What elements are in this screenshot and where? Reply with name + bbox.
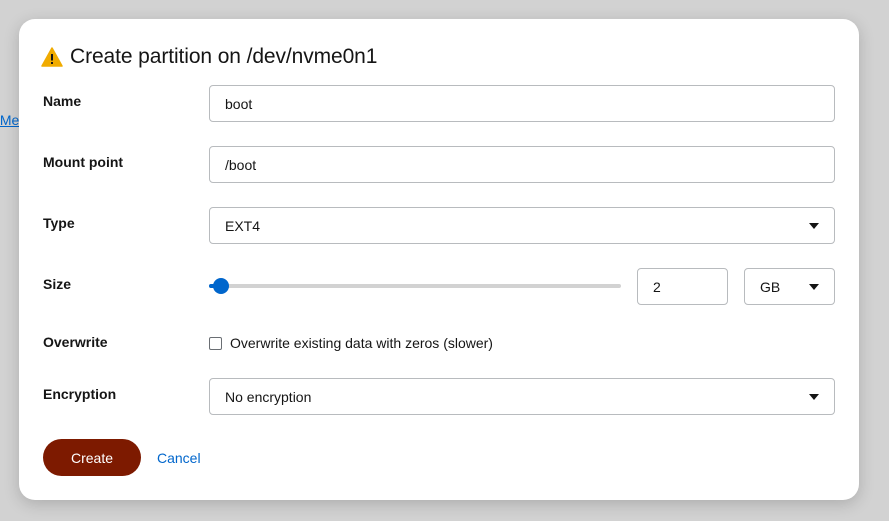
encryption-label: Encryption: [43, 386, 117, 402]
name-input-value: boot: [225, 95, 253, 112]
dialog-title: Create partition on /dev/nvme0n1: [70, 45, 378, 68]
create-button[interactable]: Create: [43, 439, 141, 476]
size-unit-select[interactable]: GB: [744, 268, 835, 305]
size-label: Size: [43, 276, 72, 292]
size-slider-thumb[interactable]: [213, 278, 230, 294]
background-link: /Me: [0, 112, 20, 128]
size-input-value: 2: [653, 278, 661, 295]
overwrite-checkbox[interactable]: [209, 336, 222, 350]
overwrite-checkbox-label[interactable]: Overwrite existing data with zeros (slow…: [230, 335, 493, 351]
encryption-select[interactable]: No encryption: [209, 378, 835, 415]
cancel-button[interactable]: Cancel: [157, 439, 201, 476]
mount-point-input[interactable]: /boot: [209, 146, 835, 183]
caret-down-icon: [809, 283, 819, 290]
name-label: Name: [43, 93, 82, 109]
mount-point-input-value: /boot: [225, 156, 257, 173]
encryption-select-value: No encryption: [225, 388, 312, 405]
create-partition-dialog: Create partition on /dev/nvme0n1 Name bo…: [19, 19, 859, 500]
caret-down-icon: [809, 393, 819, 400]
overwrite-label: Overwrite: [43, 334, 108, 350]
type-label: Type: [43, 215, 75, 231]
caret-down-icon: [809, 222, 819, 229]
size-unit-value: GB: [760, 278, 781, 295]
type-select-value: EXT4: [225, 217, 261, 234]
overwrite-option[interactable]: Overwrite existing data with zeros (slow…: [209, 335, 493, 351]
warning-triangle-icon: [41, 47, 63, 67]
size-slider[interactable]: [209, 278, 621, 294]
type-select[interactable]: EXT4: [209, 207, 835, 244]
size-input[interactable]: 2: [637, 268, 728, 305]
dialog-header: Create partition on /dev/nvme0n1: [41, 43, 377, 71]
mount-point-label: Mount point: [43, 154, 124, 170]
name-input[interactable]: boot: [209, 85, 835, 122]
